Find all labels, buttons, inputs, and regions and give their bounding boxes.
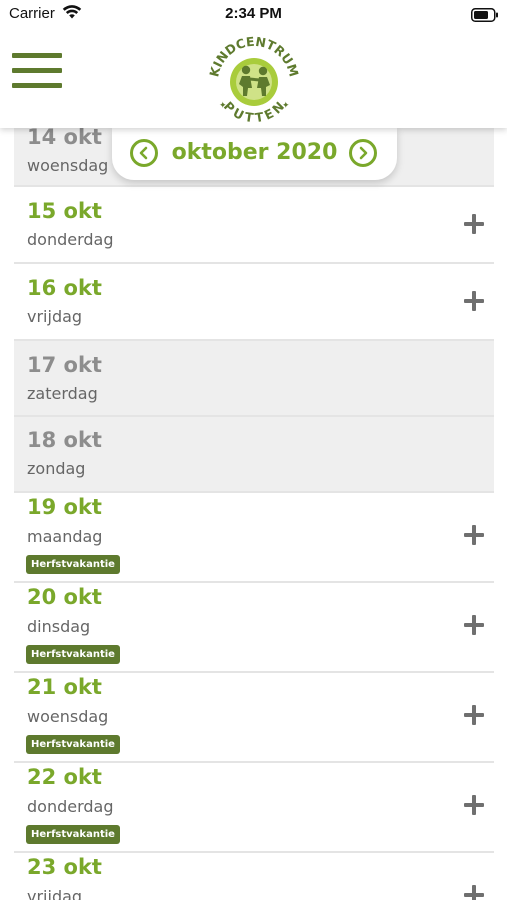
day-weekday: donderdag: [27, 797, 114, 816]
day-date: 17 okt: [27, 353, 102, 377]
day-date: 20 okt: [27, 585, 102, 609]
day-weekday: dinsdag: [27, 617, 91, 636]
day-date: 16 okt: [27, 276, 102, 300]
day-date: 19 okt: [27, 495, 102, 519]
add-plus-icon[interactable]: [462, 883, 486, 900]
day-row: 18 okt zondag: [14, 417, 494, 493]
add-plus-icon[interactable]: [462, 703, 486, 727]
day-date: 22 okt: [27, 765, 102, 789]
day-date: 18 okt: [27, 428, 102, 452]
day-row[interactable]: 20 okt dinsdag Herfstvakantie: [14, 583, 494, 673]
hamburger-menu-icon[interactable]: [12, 52, 64, 92]
chevron-right-icon: [359, 146, 368, 160]
day-row[interactable]: 19 okt maandag Herfstvakantie: [14, 493, 494, 583]
svg-text:✦: ✦: [282, 101, 290, 111]
day-weekday: vrijdag: [27, 307, 83, 326]
day-row[interactable]: 21 okt woensdag Herfstvakantie: [14, 673, 494, 763]
app-header: KINDCENTRUM PUTTEN ✦ ✦: [0, 28, 507, 128]
day-weekday: zondag: [27, 459, 86, 478]
battery-icon: [471, 7, 499, 26]
day-date: 21 okt: [27, 675, 102, 699]
day-row[interactable]: 16 okt vrijdag: [14, 264, 494, 341]
holiday-badge: Herfstvakantie: [26, 645, 120, 664]
add-plus-icon[interactable]: [462, 289, 486, 313]
svg-text:✦: ✦: [219, 101, 227, 111]
holiday-badge: Herfstvakantie: [26, 555, 120, 574]
day-weekday: donderdag: [27, 230, 114, 249]
day-row[interactable]: 23 okt vrijdag: [14, 853, 494, 900]
day-date: 15 okt: [27, 199, 102, 223]
holiday-badge: Herfstvakantie: [26, 735, 120, 754]
day-weekday: zaterdag: [27, 384, 98, 403]
day-weekday: woensdag: [27, 707, 109, 726]
add-plus-icon[interactable]: [462, 523, 486, 547]
holiday-badge: Herfstvakantie: [26, 825, 120, 844]
day-weekday: woensdag: [27, 156, 109, 175]
kindcentrum-putten-logo: KINDCENTRUM PUTTEN ✦ ✦: [205, 32, 303, 126]
month-selector: oktober 2020: [112, 128, 397, 180]
day-date: 23 okt: [27, 855, 102, 879]
day-date: 14 okt: [27, 128, 102, 149]
add-plus-icon[interactable]: [462, 212, 486, 236]
day-row[interactable]: 22 okt donderdag Herfstvakantie: [14, 763, 494, 853]
status-bar: Carrier 2:34 PM: [0, 0, 507, 28]
day-list[interactable]: 14 okt woensdag 15 okt donderdag 16 okt …: [14, 128, 494, 900]
day-row[interactable]: 15 okt donderdag: [14, 187, 494, 264]
day-row: 17 okt zaterdag: [14, 341, 494, 417]
day-weekday: vrijdag: [27, 887, 83, 900]
add-plus-icon[interactable]: [462, 613, 486, 637]
clock-time: 2:34 PM: [225, 5, 282, 22]
add-plus-icon[interactable]: [462, 793, 486, 817]
next-month-button[interactable]: [349, 139, 377, 167]
day-weekday: maandag: [27, 527, 103, 546]
